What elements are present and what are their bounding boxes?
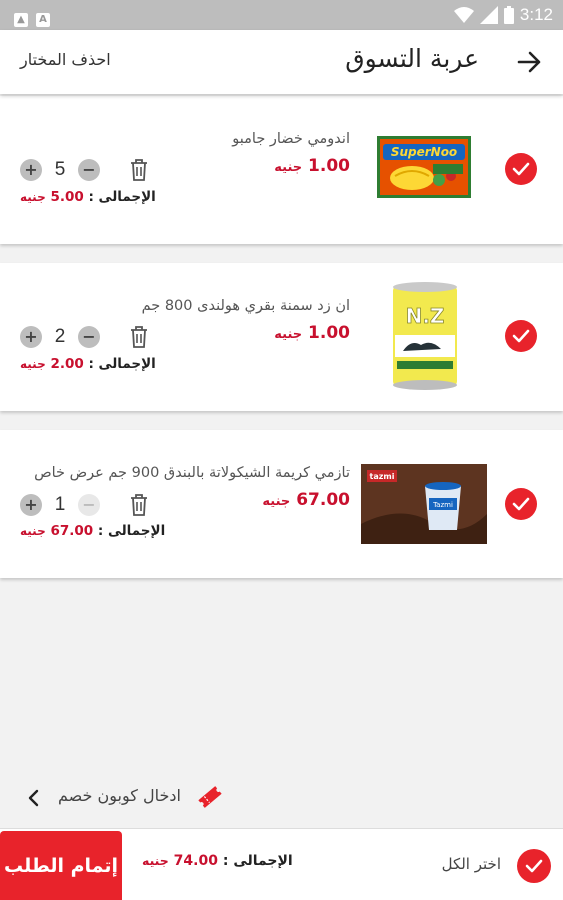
product-price: 1.00 جنيه (274, 156, 350, 176)
quantity-stepper: + 5 − (20, 158, 150, 182)
battery-icon (503, 6, 514, 24)
checkmark-icon (512, 497, 530, 511)
svg-text:tazmi: tazmi (370, 472, 395, 481)
line-total-value: 67.00 (50, 523, 94, 539)
coupon-row[interactable]: ادخال كوبون خصم (0, 770, 563, 826)
trash-icon[interactable] (128, 493, 150, 517)
select-all-label[interactable]: اختر الكل (442, 855, 501, 873)
increase-quantity-button[interactable]: + (20, 326, 42, 348)
bottom-bar: إتمام الطلب الإجمالى : 74.00 جنيه اختر ا… (0, 828, 563, 900)
cart-total-currency: جنيه (142, 853, 169, 868)
price-currency: جنيه (274, 160, 303, 175)
item-select-checkbox[interactable] (505, 320, 537, 352)
price-value: 67.00 (296, 490, 350, 510)
status-bar: ▲ A 3:12 (0, 0, 563, 30)
price-currency: جنيه (274, 327, 303, 342)
quantity-stepper: + 2 − (20, 325, 150, 349)
product-image: N.Z (393, 282, 457, 390)
back-arrow-icon[interactable] (515, 48, 543, 76)
app-notification-icon: A (36, 13, 50, 27)
select-all-checkbox[interactable] (517, 849, 551, 883)
quantity-value: 1 (54, 494, 66, 515)
checkmark-icon (525, 859, 543, 873)
product-name: تازمي كريمة الشيكولاتة بالبندق 900 جم عر… (34, 465, 350, 481)
price-value: 1.00 (308, 323, 350, 343)
decrease-quantity-button[interactable]: − (78, 159, 100, 181)
cart-total-value: 74.00 (173, 853, 218, 869)
checkmark-icon (512, 329, 530, 343)
decrease-quantity-button[interactable]: − (78, 326, 100, 348)
svg-text:SuperNoo: SuperNoo (391, 145, 457, 159)
decrease-quantity-button[interactable]: − (78, 494, 100, 516)
wifi-icon (453, 7, 474, 23)
line-total-currency: جنيه (20, 357, 46, 371)
quantity-value: 5 (54, 159, 66, 180)
app-bar: عربة التسوق احذف المختار (0, 30, 563, 94)
chevron-left-icon (28, 789, 39, 807)
image-notification-icon: ▲ (14, 13, 28, 27)
increase-quantity-button[interactable]: + (20, 494, 42, 516)
item-select-checkbox[interactable] (505, 153, 537, 185)
price-currency: جنيه (262, 494, 291, 509)
cart-item: N.Z ان زد سمنة بقري هولندى 800 جم 1.00 ج… (0, 263, 563, 411)
trash-icon[interactable] (128, 325, 150, 349)
line-total-label: الإجمالى : (97, 523, 166, 539)
page-title: عربة التسوق (345, 44, 479, 73)
product-name: اندومي خضار جامبو (232, 131, 350, 147)
line-total-label: الإجمالى : (88, 356, 156, 372)
svg-text:N.Z: N.Z (406, 304, 445, 328)
cart-total: الإجمالى : 74.00 جنيه (142, 853, 293, 869)
line-total-value: 5.00 (50, 189, 84, 205)
item-select-checkbox[interactable] (505, 488, 537, 520)
line-total-label: الإجمالى : (88, 189, 156, 205)
line-total: الإجمالى : 2.00 جنيه (20, 356, 156, 372)
line-total-currency: جنيه (20, 524, 46, 538)
line-total: الإجمالى : 5.00 جنيه (20, 189, 156, 205)
clock: 3:12 (519, 5, 553, 24)
cart-item: tazmi Tazmi تازمي كريمة الشيكولاتة بالبن… (0, 430, 563, 578)
line-total: الإجمالى : 67.00 جنيه (20, 523, 165, 539)
increase-quantity-button[interactable]: + (20, 159, 42, 181)
checkmark-icon (512, 162, 530, 176)
trash-icon[interactable] (128, 158, 150, 182)
notification-icons: ▲ A (14, 7, 58, 27)
coupon-label: ادخال كوبون خصم (58, 786, 181, 805)
product-image: tazmi Tazmi (361, 464, 487, 544)
ticket-icon (198, 786, 222, 808)
product-price: 1.00 جنيه (274, 323, 350, 343)
price-value: 1.00 (308, 156, 350, 176)
delete-selected-button[interactable]: احذف المختار (20, 50, 111, 69)
signal-icon (479, 6, 498, 24)
quantity-value: 2 (54, 326, 66, 347)
checkout-button[interactable]: إتمام الطلب (0, 831, 122, 900)
product-image: SuperNoo (377, 136, 471, 198)
cart-item: SuperNoo اندومي خضار جامبو 1.00 جنيه + 5… (0, 96, 563, 244)
line-total-value: 2.00 (50, 356, 84, 372)
product-price: 67.00 جنيه (262, 490, 350, 510)
quantity-stepper: + 1 − (20, 493, 150, 517)
line-total-currency: جنيه (20, 190, 46, 204)
product-name: ان زد سمنة بقري هولندى 800 جم (141, 298, 350, 314)
svg-text:Tazmi: Tazmi (432, 501, 453, 509)
cart-total-label: الإجمالى : (222, 853, 293, 869)
